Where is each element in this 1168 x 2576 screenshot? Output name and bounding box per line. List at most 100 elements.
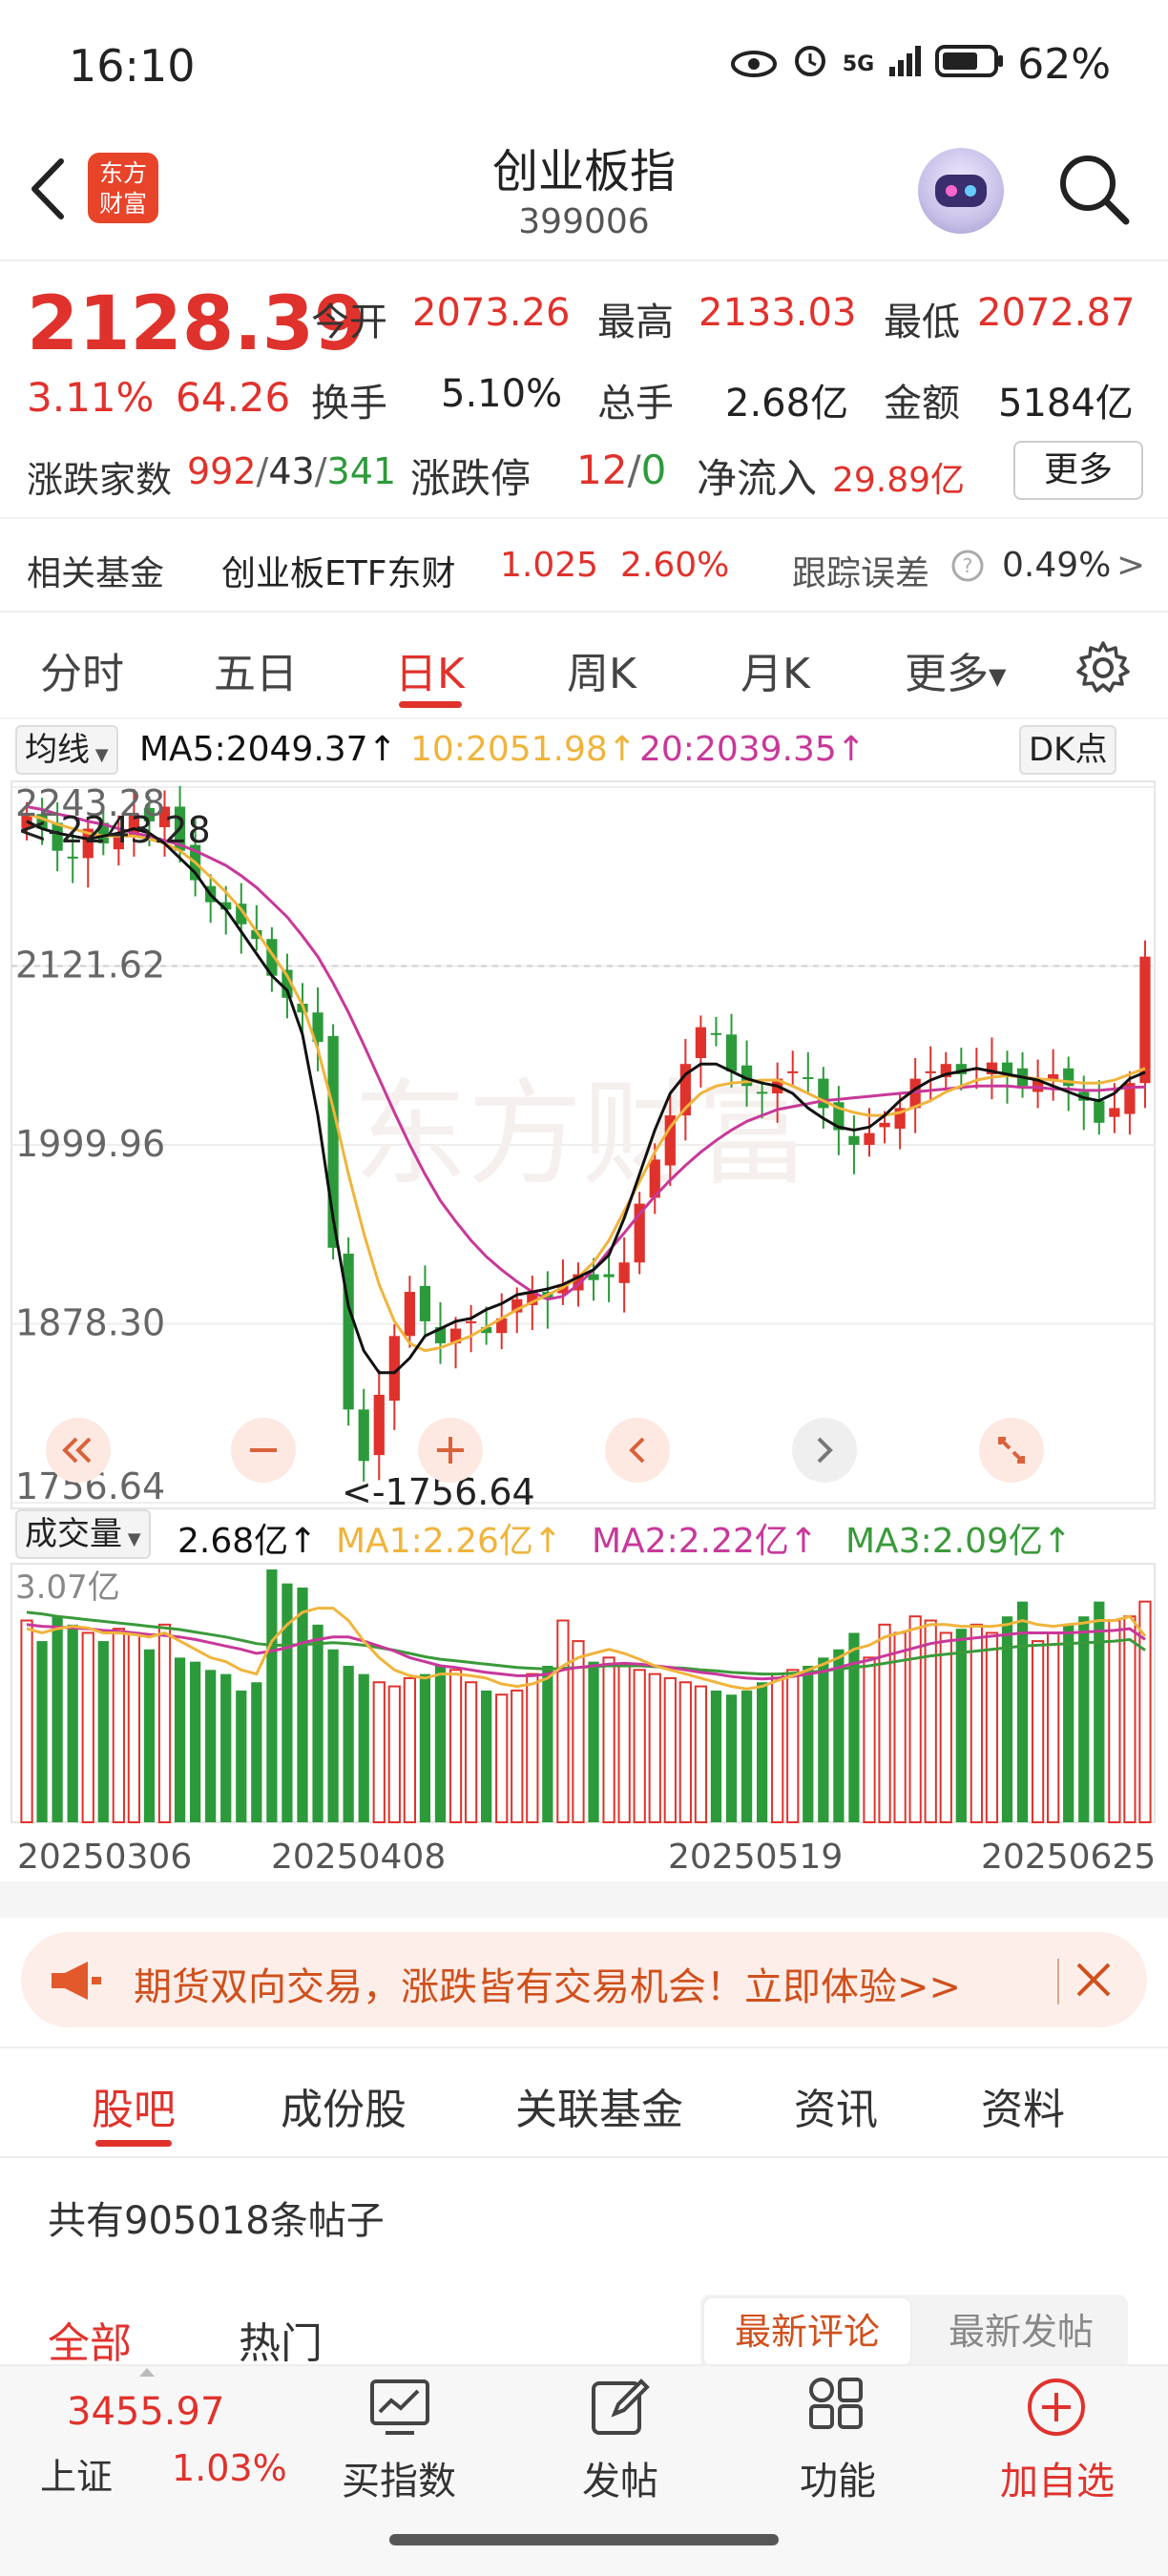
chart-bottom-band: [0, 1881, 1168, 1918]
expand-caret-icon[interactable]: [139, 2368, 155, 2377]
tab-related-funds[interactable]: 关联基金: [515, 2075, 683, 2136]
zoom-in-icon[interactable]: [416, 1416, 485, 1488]
price-axis-label: 1999.96: [15, 1123, 165, 1165]
filter-all[interactable]: 全部: [48, 2309, 132, 2370]
signal-icon: [887, 40, 922, 89]
candle-body: [603, 1274, 615, 1278]
volume-bar: [495, 1693, 509, 1823]
candle-body: [1139, 956, 1151, 1084]
candle-body: [848, 1135, 860, 1145]
scroll-left-fast-icon[interactable]: [44, 1416, 113, 1488]
volume-bar: [588, 1661, 599, 1822]
caret-down-icon: ▼: [90, 745, 109, 765]
caret-down-icon: ▼: [989, 663, 1007, 690]
limit-down: 0: [640, 447, 667, 493]
sse-index-value[interactable]: 3455.97: [67, 2390, 224, 2434]
tab-five-day[interactable]: 五日: [214, 639, 298, 700]
flat-count: 43: [268, 450, 315, 492]
kline-chart[interactable]: 东方财富2243.282121.621999.961878.301756.64<…: [0, 773, 1168, 1918]
open-value: 2073.26: [412, 291, 571, 335]
status-icons: 5G 62%: [730, 40, 1111, 89]
active-tab-indicator: [399, 701, 462, 708]
up-count: 992: [187, 450, 257, 492]
banner-text[interactable]: 期货双向交易，涨跌皆有交易机会！立即体验>>: [134, 1956, 961, 2011]
volume-bar: [343, 1665, 354, 1822]
volume-bar: [526, 1672, 539, 1824]
tab-more[interactable]: 更多▼: [905, 639, 1006, 700]
status-time: 16:10: [69, 40, 196, 92]
assistant-robot-icon[interactable]: [918, 148, 1004, 234]
add-circle-icon[interactable]: [1023, 2374, 1090, 2444]
compose-icon[interactable]: [586, 2374, 653, 2444]
chart-trend-icon[interactable]: [366, 2374, 433, 2444]
divider: [0, 2046, 1168, 2048]
volume-bar: [786, 1669, 800, 1823]
add-watchlist-label[interactable]: 加自选: [971, 2450, 1143, 2505]
volume-bar: [157, 1623, 172, 1823]
sort-latest-post[interactable]: 最新发帖: [916, 2296, 1126, 2367]
ma-selector[interactable]: 均线 ▼: [15, 725, 118, 775]
tab-profile[interactable]: 资料: [981, 2075, 1065, 2136]
functions-label[interactable]: 功能: [752, 2450, 924, 2505]
alarm-icon: [791, 40, 829, 89]
candle-body: [710, 1032, 722, 1035]
volume-bar: [633, 1669, 646, 1823]
dk-point-button[interactable]: DK点: [1019, 725, 1117, 775]
sse-index-pct: 1.03%: [172, 2447, 287, 2489]
more-button[interactable]: 更多: [1013, 441, 1143, 500]
tab-monthly-k[interactable]: 月K: [740, 639, 810, 700]
filter-hot[interactable]: 热门: [239, 2309, 323, 2370]
divider: [0, 717, 1168, 719]
fullscreen-icon[interactable]: [977, 1416, 1046, 1488]
volume-bar: [236, 1690, 247, 1822]
volume-ma2: MA2:2.22亿↑: [592, 1522, 819, 1561]
tab-guba[interactable]: 股吧: [92, 2075, 176, 2136]
scroll-left-icon[interactable]: [603, 1416, 672, 1488]
volume-selector[interactable]: 成交量 ▼: [15, 1509, 151, 1559]
volume-bar: [663, 1676, 677, 1823]
post-label[interactable]: 发帖: [534, 2450, 706, 2505]
megaphone-icon: [48, 1958, 103, 2007]
volume-bar: [36, 1641, 48, 1822]
apps-icon[interactable]: [803, 2374, 870, 2444]
zoom-out-icon[interactable]: [229, 1416, 298, 1488]
tracking-error-label: 跟踪误差: [792, 554, 930, 593]
close-icon[interactable]: [1057, 1959, 1115, 2005]
sort-latest-comment[interactable]: 最新评论: [702, 2296, 912, 2367]
volume-axis-label: 3.07亿: [15, 1568, 120, 1607]
candle-body: [618, 1262, 630, 1283]
candle-body: [373, 1394, 385, 1456]
help-icon[interactable]: ?: [950, 549, 985, 587]
home-indicator: [389, 2534, 779, 2545]
volume-bar: [358, 1673, 369, 1822]
ma10-value: 10:2051.98↑: [410, 730, 636, 769]
tab-intraday[interactable]: 分时: [40, 639, 124, 700]
volume-bar: [205, 1670, 217, 1822]
volume-bar: [725, 1694, 738, 1822]
fund-arrow[interactable]: >: [1116, 546, 1145, 585]
volume-bar: [282, 1583, 293, 1822]
divider: [0, 2156, 1168, 2158]
volume-bar: [617, 1664, 631, 1823]
ma5-value: MA5:2049.37↑: [139, 730, 397, 769]
volume-bar: [955, 1629, 967, 1822]
buy-index-label[interactable]: 买指数: [313, 2450, 485, 2505]
tab-daily-k[interactable]: 日K: [395, 639, 465, 700]
tab-weekly-k[interactable]: 周K: [567, 639, 636, 700]
tab-constituents[interactable]: 成份股: [281, 2075, 407, 2136]
date-axis-label: 20250519: [668, 1838, 843, 1877]
fund-name[interactable]: 创业板ETF东财: [221, 546, 455, 595]
tab-news[interactable]: 资讯: [794, 2075, 878, 2136]
volume-bar: [464, 1681, 478, 1823]
scroll-right-icon[interactable]: [790, 1416, 859, 1488]
amount-value: 5184亿: [998, 382, 1134, 426]
divider: [0, 611, 1168, 613]
candle-body: [725, 1034, 738, 1071]
search-icon[interactable]: [1055, 151, 1132, 231]
volume-bar: [67, 1624, 78, 1822]
volume-bar: [556, 1619, 570, 1824]
volume-bar: [818, 1657, 829, 1822]
down-count: 341: [326, 450, 397, 492]
settings-gear-icon[interactable]: [1074, 639, 1132, 700]
candle-body: [757, 1091, 768, 1094]
